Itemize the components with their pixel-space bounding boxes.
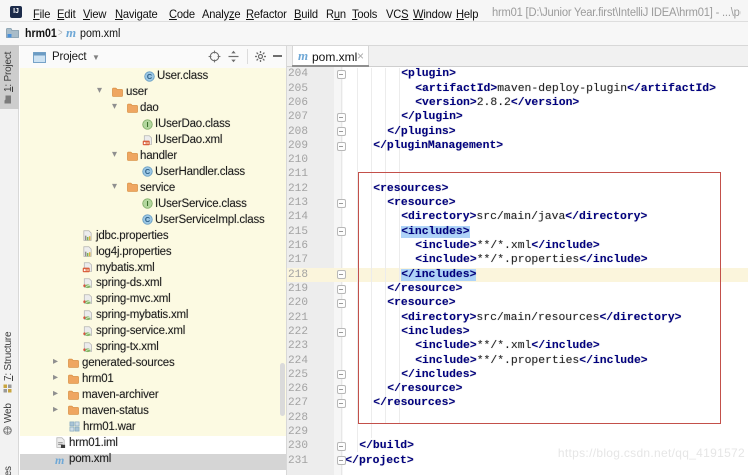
svg-text:I: I — [146, 120, 148, 129]
svg-text:C: C — [145, 168, 151, 177]
svg-text:C: C — [147, 72, 153, 81]
svg-text:C: C — [145, 215, 151, 224]
svg-text:I: I — [146, 199, 148, 208]
